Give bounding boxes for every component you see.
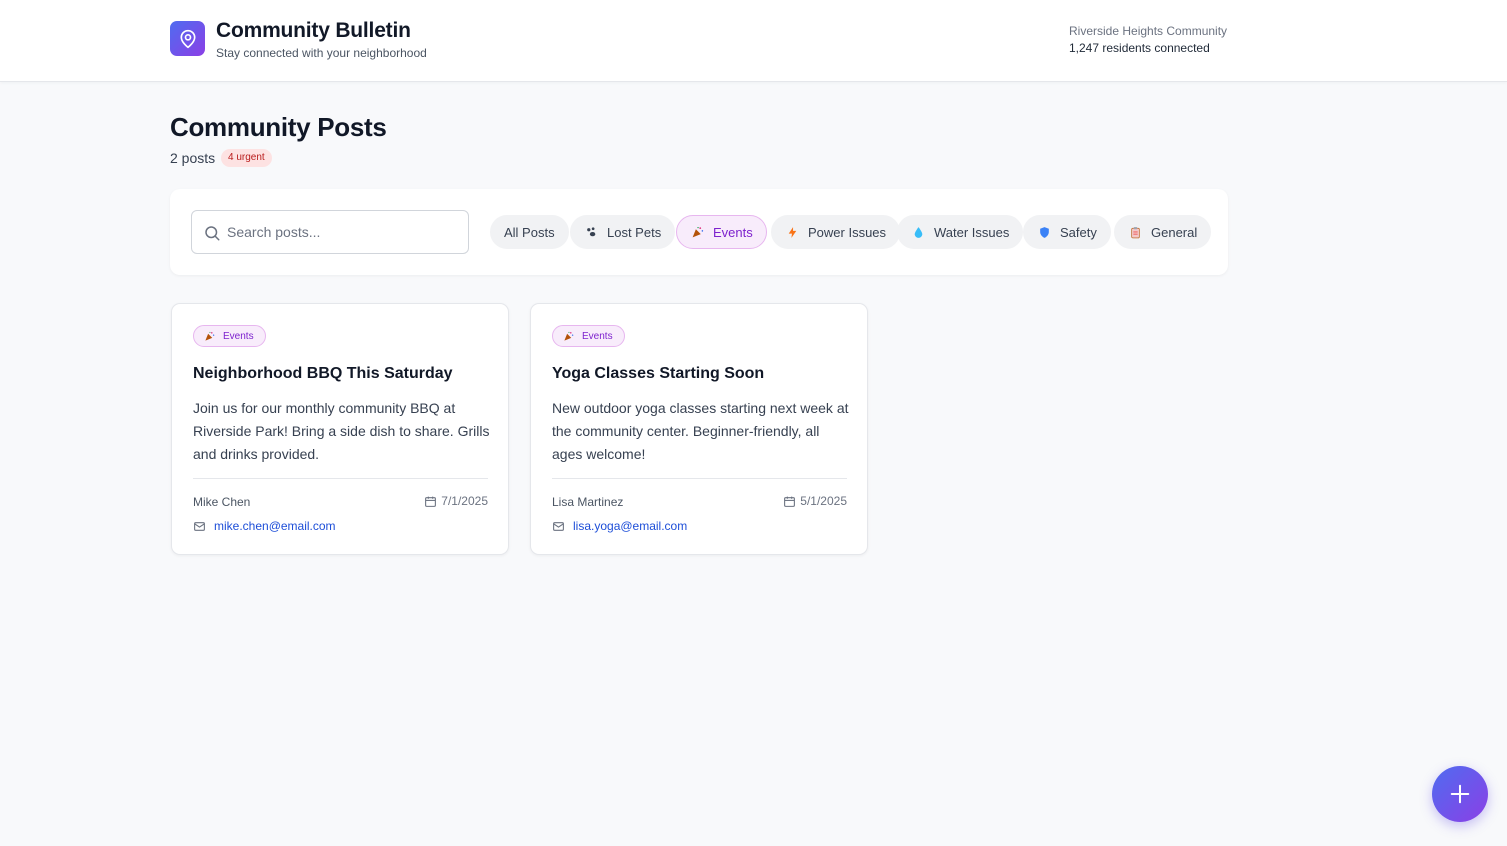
filter-safety[interactable]: Safety [1023, 215, 1111, 249]
clipboard-icon [1128, 225, 1142, 239]
filter-panel: All Posts Lost Pets Events Power Issues … [170, 189, 1228, 275]
post-title: Neighborhood BBQ This Saturday [193, 365, 453, 382]
post-email-link[interactable]: lisa.yoga@email.com [573, 519, 687, 533]
filter-label: Events [713, 224, 753, 240]
filter-label: All Posts [504, 224, 555, 240]
post-date-text: 5/1/2025 [800, 494, 847, 508]
post-body: New outdoor yoga classes starting next w… [552, 400, 849, 462]
category-label: Events [582, 330, 613, 342]
filter-lost-pets[interactable]: Lost Pets [570, 215, 676, 249]
post-contact: mike.chen@email.com [193, 519, 336, 533]
category-label: Events [223, 330, 254, 342]
post-date: 5/1/2025 [783, 494, 847, 508]
search-input[interactable] [227, 211, 463, 253]
post-count: 2 posts [170, 150, 216, 166]
map-pin-icon [170, 21, 205, 56]
filter-water-issues[interactable]: Water Issues [897, 215, 1024, 249]
search-box[interactable] [191, 210, 469, 254]
post-body: Join us for our monthly community BBQ at… [193, 400, 490, 462]
post-date: 7/1/2025 [424, 494, 488, 508]
filter-all-posts[interactable]: All Posts [490, 215, 569, 249]
community-name: Riverside Heights Community [1069, 24, 1228, 38]
search-icon [205, 226, 220, 241]
droplet-icon [911, 225, 925, 239]
party-popper-icon [563, 331, 574, 342]
post-email-link[interactable]: mike.chen@email.com [214, 519, 336, 533]
category-badge: Events [552, 325, 625, 347]
app-subtitle: Stay connected with your neighborhood [216, 46, 427, 60]
paw-icon [584, 225, 598, 239]
filter-label: General [1151, 224, 1198, 240]
page-title: Community Posts [170, 112, 387, 142]
filter-events[interactable]: Events [676, 215, 767, 249]
post-title: Yoga Classes Starting Soon [552, 365, 765, 382]
category-badge: Events [193, 325, 266, 347]
divider [552, 478, 847, 479]
post-date-text: 7/1/2025 [441, 494, 488, 508]
post-card[interactable]: Events Neighborhood BBQ This Saturday Jo… [171, 303, 509, 555]
filter-general[interactable]: General [1114, 215, 1212, 249]
filter-label: Water Issues [934, 224, 1010, 240]
mail-icon [553, 521, 564, 531]
mail-icon [194, 521, 205, 531]
app-title: Community Bulletin [216, 19, 411, 42]
filter-label: Lost Pets [607, 224, 662, 240]
urgent-badge: 4 urgent [221, 149, 272, 167]
filter-power-issues[interactable]: Power Issues [771, 215, 901, 249]
calendar-icon [425, 496, 437, 507]
residents-count: 1,247 residents connected [1069, 41, 1210, 55]
plus-icon [1450, 784, 1470, 804]
post-author: Mike Chen [193, 495, 251, 509]
divider [193, 478, 488, 479]
party-popper-icon [690, 225, 704, 239]
lightning-icon [785, 225, 799, 239]
filter-label: Power Issues [808, 224, 887, 240]
app-header: Community Bulletin Stay connected with y… [0, 0, 1507, 82]
shield-icon [1037, 225, 1051, 239]
add-post-button[interactable] [1432, 766, 1488, 822]
filter-label: Safety [1060, 224, 1097, 240]
post-card[interactable]: Events Yoga Classes Starting Soon New ou… [530, 303, 868, 555]
party-popper-icon [204, 331, 215, 342]
post-author: Lisa Martinez [552, 495, 624, 509]
calendar-icon [784, 496, 796, 507]
post-contact: lisa.yoga@email.com [552, 519, 687, 533]
